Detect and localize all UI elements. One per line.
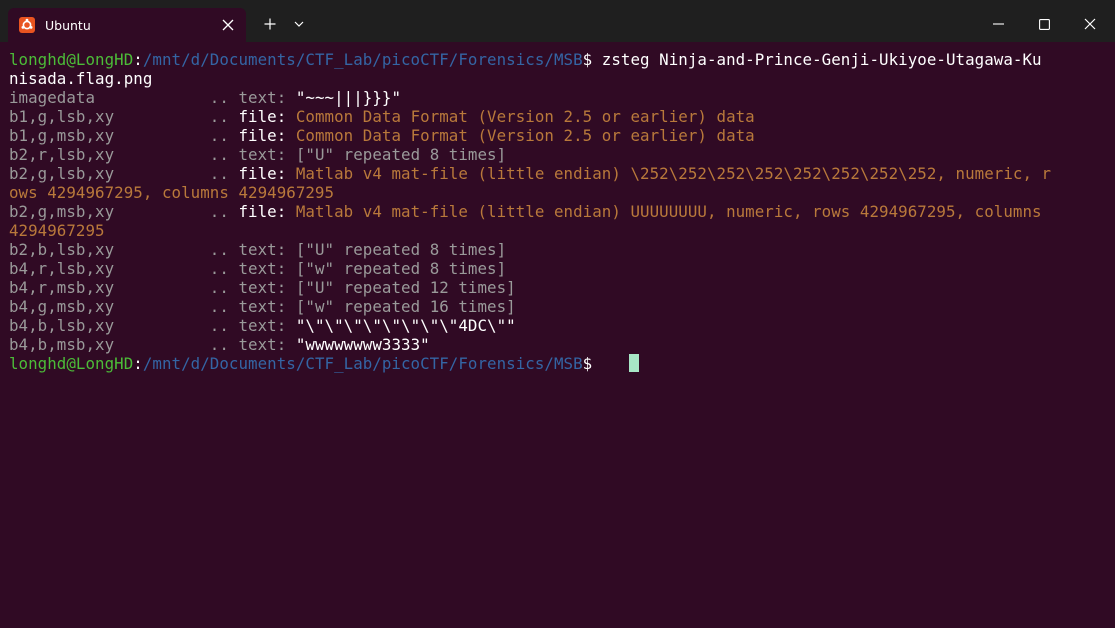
output-text: text: [238,259,287,278]
tab-ubuntu[interactable]: Ubuntu [8,8,246,42]
tab-dropdown-button[interactable] [287,9,311,39]
output-text: text: [238,297,287,316]
output-row: b1,g,lsb,xy .. file: Common Data Format … [9,107,755,126]
minimize-icon [992,23,1004,25]
prompt-line: longhd@LongHD:/mnt/d/Documents/CTF_Lab/p… [9,50,1042,69]
output-text: Matlab v4 mat-file (little endian) UUUUU… [286,202,1042,221]
prompt-colon: : [133,50,143,69]
output-text: .. [200,126,239,145]
output-text: file: [238,126,287,145]
prompt-line: longhd@LongHD:/mnt/d/Documents/CTF_Lab/p… [9,354,592,373]
output-text: file: [238,202,287,221]
text-cursor [629,354,639,372]
output-text: .. [200,297,239,316]
output-text: text: [238,88,287,107]
prompt-symbol: $ [582,354,593,373]
output-text: ["w" repeated 8 times] [286,259,507,278]
plus-icon [264,18,276,30]
output-text: ["U" repeated 12 times] [286,278,516,297]
command-continuation: nisada.flag.png [9,69,153,88]
output-text: .. [200,145,239,164]
output-text: imagedata [9,88,201,107]
chevron-down-icon [294,21,304,27]
tab-title: Ubuntu [45,17,91,33]
output-text: .. [200,335,239,354]
prompt-path: /mnt/d/Documents/CTF_Lab/picoCTF/Forensi… [142,50,583,69]
minimize-button[interactable] [976,9,1020,39]
output-text: b4,r,lsb,xy [9,259,201,278]
output-text: Common Data Format (Version 2.5 or earli… [286,107,755,126]
output-text: text: [238,145,287,164]
output-text: .. [200,259,239,278]
output-row: b4,g,msb,xy .. text: ["w" repeated 16 ti… [9,297,516,316]
prompt-colon: : [133,354,143,373]
output-row: b2,b,lsb,xy .. text: ["U" repeated 8 tim… [9,240,506,259]
output-text: .. [200,202,239,221]
output-text: .. [200,316,239,335]
output-text: "wwwwwwww3333" [286,335,430,354]
output-text: Matlab v4 mat-file (little endian) \252\… [286,164,1052,183]
output-text: ["w" repeated 16 times] [286,297,516,316]
output-text: text: [238,335,287,354]
output-row: imagedata .. text: "~~~|||}}}" [9,88,401,107]
terminal-body[interactable]: longhd@LongHD:/mnt/d/Documents/CTF_Lab/p… [0,42,1115,628]
output-text: Common Data Format (Version 2.5 or earli… [286,126,755,145]
output-text: .. [200,164,239,183]
output-text: b2,b,lsb,xy [9,240,201,259]
command-text: zsteg Ninja-and-Prince-Genji-Ukiyoe-Utag… [592,50,1042,69]
output-row: b2,g,msb,xy .. file: Matlab v4 mat-file … [9,202,1042,221]
close-icon [1084,18,1096,30]
output-text: text: [238,240,287,259]
output-row: b2,r,lsb,xy .. text: ["U" repeated 8 tim… [9,145,506,164]
new-tab-button[interactable] [256,9,284,39]
output-text: .. [200,88,239,107]
prompt-symbol: $ [582,50,593,69]
output-row-continuation: 4294967295 [9,221,105,240]
output-text: text: [238,316,287,335]
output-text: "\"\"\"\"\"\"\"\"4DC\"" [286,316,516,335]
maximize-button[interactable] [1022,9,1066,39]
output-text: b4,b,msb,xy [9,335,201,354]
tab-close-icon[interactable] [214,11,242,39]
output-text: b1,g,msb,xy [9,126,201,145]
ubuntu-logo-icon [19,17,35,33]
output-text: file: [238,164,287,183]
output-row: b4,b,msb,xy .. text: "wwwwwwww3333" [9,335,430,354]
output-text: "~~~|||}}}" [286,88,402,107]
output-text: b2,g,lsb,xy [9,164,201,183]
output-text: b4,r,msb,xy [9,278,201,297]
output-row: b4,r,lsb,xy .. text: ["w" repeated 8 tim… [9,259,506,278]
terminal-window: Ubuntu longhd@LongHD:/mnt/d/Documents/CT… [0,0,1115,628]
output-text: file: [238,107,287,126]
prompt-path: /mnt/d/Documents/CTF_Lab/picoCTF/Forensi… [142,354,583,373]
output-text: b2,g,msb,xy [9,202,201,221]
output-text: ["U" repeated 8 times] [286,240,507,259]
output-text: text: [238,278,287,297]
output-row: b4,r,msb,xy .. text: ["U" repeated 12 ti… [9,278,516,297]
output-text: b4,b,lsb,xy [9,316,201,335]
output-text: .. [200,240,239,259]
output-text: ["U" repeated 8 times] [286,145,507,164]
output-row: b4,b,lsb,xy .. text: "\"\"\"\"\"\"\"\"4D… [9,316,516,335]
output-text: b4,g,msb,xy [9,297,201,316]
output-text: .. [200,107,239,126]
close-button[interactable] [1068,9,1112,39]
title-bar: Ubuntu [0,0,1115,42]
user-host: longhd@LongHD [9,354,134,373]
output-row: b2,g,lsb,xy .. file: Matlab v4 mat-file … [9,164,1051,183]
output-row-continuation: ows 4294967295, columns 4294967295 [9,183,335,202]
output-text: b2,r,lsb,xy [9,145,201,164]
output-text: b1,g,lsb,xy [9,107,201,126]
maximize-icon [1038,18,1050,30]
output-row: b1,g,msb,xy .. file: Common Data Format … [9,126,755,145]
user-host: longhd@LongHD [9,50,134,69]
output-text: .. [200,278,239,297]
